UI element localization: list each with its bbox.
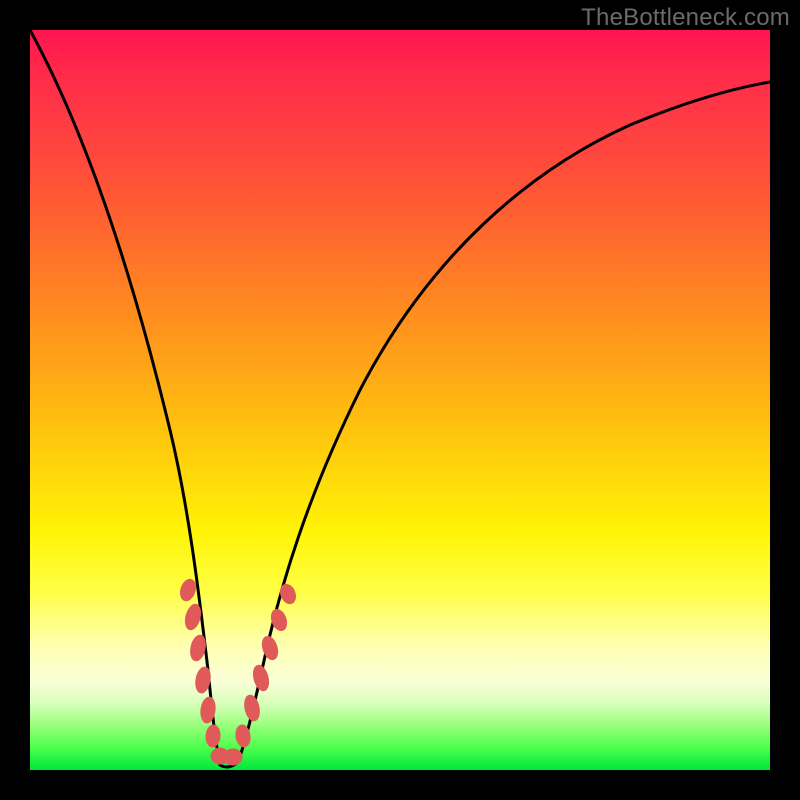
plot-area xyxy=(30,30,770,770)
chart-frame: TheBottleneck.com xyxy=(0,0,800,800)
watermark-text: TheBottleneck.com xyxy=(581,4,790,32)
curve-path xyxy=(30,30,770,767)
bottleneck-curve xyxy=(30,30,770,770)
marker-beads xyxy=(178,577,298,765)
